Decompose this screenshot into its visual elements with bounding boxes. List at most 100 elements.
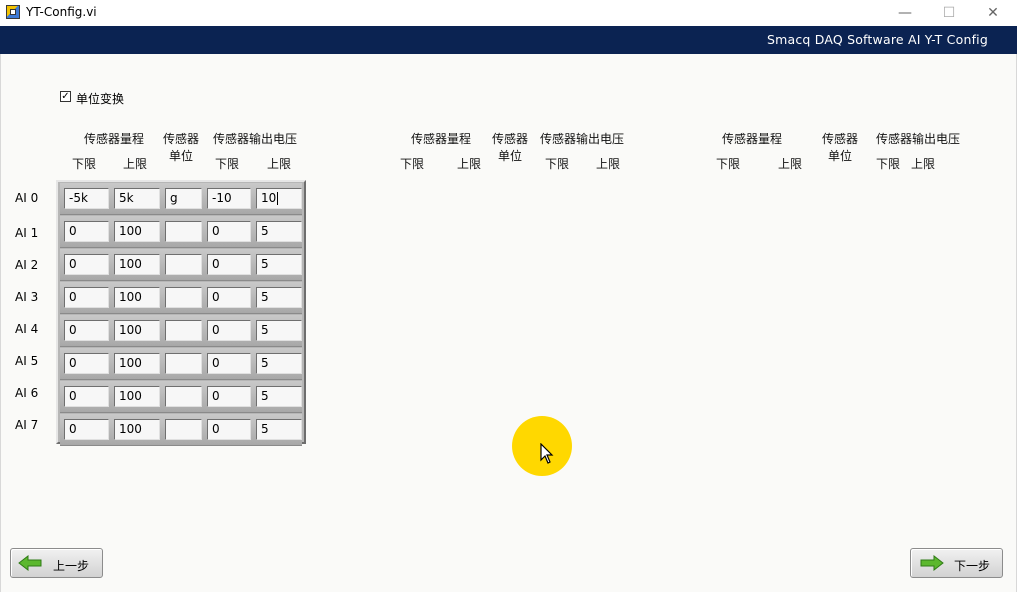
row-label-ai2: AI 2 xyxy=(15,258,39,272)
range-upper-header-3: 上限 xyxy=(778,157,803,171)
range-lower-input[interactable]: 0 xyxy=(64,254,109,275)
volt-lower-input[interactable]: 0 xyxy=(207,287,251,308)
unit-input[interactable] xyxy=(165,287,202,308)
window-title: YT-Config.vi xyxy=(26,5,97,19)
range-lower-input[interactable]: 0 xyxy=(64,287,109,308)
unit-input[interactable] xyxy=(165,386,202,407)
voltage-header-1: 传感器输出电压 xyxy=(213,132,298,146)
volt-upper-input[interactable]: 5 xyxy=(256,221,302,242)
unit-header-1-bottom: 单位 xyxy=(169,149,194,163)
next-step-button[interactable]: 下一步 xyxy=(910,548,1003,578)
volt-upper-header-2: 上限 xyxy=(596,157,621,171)
unit-header-2-bottom: 单位 xyxy=(498,149,523,163)
unit-header-1-top: 传感器 xyxy=(163,132,200,146)
table-row: 0 100 0 5 xyxy=(60,348,302,380)
row-label-ai0: AI 0 xyxy=(15,191,39,205)
volt-upper-input[interactable]: 5 xyxy=(256,320,302,341)
unit-conversion-label: 单位变换 xyxy=(76,92,125,106)
right-arrow-icon xyxy=(920,555,944,571)
table-row: 0 100 0 5 xyxy=(60,315,302,347)
range-lower-input[interactable]: 0 xyxy=(64,419,109,440)
range-upper-input[interactable]: 100 xyxy=(114,320,160,341)
range-lower-header-2: 下限 xyxy=(400,157,425,171)
range-upper-input[interactable]: 100 xyxy=(114,386,160,407)
volt-upper-header-1: 上限 xyxy=(267,157,292,171)
row-label-ai5: AI 5 xyxy=(15,354,39,368)
previous-step-button[interactable]: 上一步 xyxy=(10,548,103,578)
volt-upper-input[interactable]: 5 xyxy=(256,419,302,440)
text-caret xyxy=(277,192,279,205)
voltage-header-2: 传感器输出电压 xyxy=(540,132,625,146)
range-lower-input[interactable]: 0 xyxy=(64,221,109,242)
volt-lower-input[interactable]: 0 xyxy=(207,320,251,341)
volt-upper-input[interactable]: 5 xyxy=(256,386,302,407)
table-row: -5k 5k g -10 10 xyxy=(60,183,302,215)
range-header-2: 传感器量程 xyxy=(411,132,472,146)
unit-input[interactable] xyxy=(165,353,202,374)
row-label-ai7: AI 7 xyxy=(15,418,39,432)
unit-header-2-top: 传感器 xyxy=(492,132,529,146)
range-lower-input[interactable]: 0 xyxy=(64,353,109,374)
range-header-3: 传感器量程 xyxy=(722,132,783,146)
left-arrow-icon xyxy=(18,555,42,571)
range-upper-input[interactable]: 100 xyxy=(114,221,160,242)
unit-conversion-checkbox[interactable]: ✓ xyxy=(60,91,71,102)
range-upper-input[interactable]: 100 xyxy=(114,287,160,308)
range-lower-header-1: 下限 xyxy=(72,157,97,171)
window-titlebar: YT-Config.vi — ☐ ✕ xyxy=(0,0,1017,26)
range-upper-input[interactable]: 100 xyxy=(114,353,160,374)
row-label-ai4: AI 4 xyxy=(15,322,39,336)
volt-upper-input[interactable]: 5 xyxy=(256,353,302,374)
range-upper-input[interactable]: 100 xyxy=(114,419,160,440)
close-button[interactable]: ✕ xyxy=(973,0,1013,26)
range-lower-input[interactable]: 0 xyxy=(64,320,109,341)
volt-lower-input[interactable]: 0 xyxy=(207,254,251,275)
unit-input[interactable] xyxy=(165,221,202,242)
volt-upper-input[interactable]: 10 xyxy=(256,188,302,209)
volt-upper-header-3: 上限 xyxy=(911,157,936,171)
table-row: 0 100 0 5 xyxy=(60,414,302,446)
table-row: 0 100 0 5 xyxy=(60,282,302,314)
mouse-cursor-icon xyxy=(540,443,554,464)
range-lower-input[interactable]: -5k xyxy=(64,188,109,209)
range-upper-input[interactable]: 5k xyxy=(114,188,160,209)
volt-lower-input[interactable]: 0 xyxy=(207,419,251,440)
row-label-ai1: AI 1 xyxy=(15,226,39,240)
header-banner: Smacq DAQ Software AI Y-T Config xyxy=(0,26,1017,54)
range-upper-header-2: 上限 xyxy=(457,157,482,171)
row-label-ai3: AI 3 xyxy=(15,290,39,304)
banner-title: Smacq DAQ Software AI Y-T Config xyxy=(766,32,988,47)
table-row: 0 100 0 5 xyxy=(60,381,302,413)
volt-upper-input[interactable]: 5 xyxy=(256,287,302,308)
volt-upper-input[interactable]: 5 xyxy=(256,254,302,275)
volt-lower-input[interactable]: 0 xyxy=(207,353,251,374)
voltage-header-3: 传感器输出电压 xyxy=(876,132,961,146)
minimize-button[interactable]: — xyxy=(885,0,925,26)
volt-lower-header-3: 下限 xyxy=(876,157,901,171)
row-label-ai6: AI 6 xyxy=(15,386,39,400)
unit-header-3-bottom: 单位 xyxy=(828,149,853,163)
volt-lower-header-1: 下限 xyxy=(215,157,240,171)
unit-header-3-top: 传感器 xyxy=(822,132,859,146)
unit-input[interactable] xyxy=(165,254,202,275)
range-lower-input[interactable]: 0 xyxy=(64,386,109,407)
unit-input[interactable] xyxy=(165,320,202,341)
unit-input[interactable] xyxy=(165,419,202,440)
range-header-1: 传感器量程 xyxy=(84,132,145,146)
sensor-config-table: -5k 5k g -10 10 0 100 0 5 0 100 0 5 0 10… xyxy=(56,180,306,446)
maximize-button[interactable]: ☐ xyxy=(929,0,969,26)
unit-input[interactable]: g xyxy=(165,188,202,209)
table-row: 0 100 0 5 xyxy=(60,249,302,281)
range-upper-input[interactable]: 100 xyxy=(114,254,160,275)
previous-step-label: 上一步 xyxy=(53,559,90,573)
range-lower-header-3: 下限 xyxy=(716,157,741,171)
range-upper-header-1: 上限 xyxy=(123,157,148,171)
volt-lower-input[interactable]: 0 xyxy=(207,386,251,407)
volt-lower-input[interactable]: -10 xyxy=(207,188,251,209)
labview-app-icon xyxy=(6,5,20,19)
volt-upper-value: 10 xyxy=(261,191,277,205)
table-row: 0 100 0 5 xyxy=(60,216,302,248)
next-step-label: 下一步 xyxy=(954,559,991,573)
volt-lower-input[interactable]: 0 xyxy=(207,221,251,242)
volt-lower-header-2: 下限 xyxy=(545,157,570,171)
